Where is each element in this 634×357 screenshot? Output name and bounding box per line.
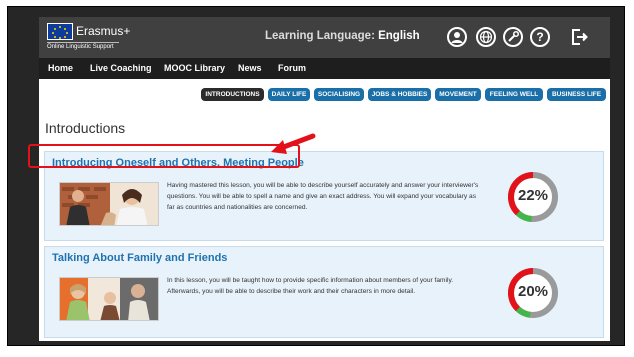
lesson-thumbnail	[59, 277, 159, 321]
category-filters: INTRODUCTIONS DAILY LIFE SOCIALISING JOB…	[39, 88, 610, 102]
help-icon[interactable]: ?	[530, 27, 550, 47]
annotation-arrow	[269, 132, 317, 165]
nav-live-coaching[interactable]: Live Coaching	[90, 63, 152, 73]
lesson-description: In this lesson, you will be taught how t…	[167, 277, 454, 295]
progress-percent: 20%	[517, 283, 549, 300]
brand-name: Erasmus+	[76, 24, 131, 38]
lesson-thumbnail	[59, 182, 159, 226]
progress-percent: 22%	[517, 187, 549, 204]
nav-mooc-library[interactable]: MOOC Library	[164, 63, 225, 73]
header-bar: Erasmus+ Online Linguistic Support Learn…	[39, 17, 610, 58]
filter-jobs-hobbies[interactable]: JOBS & HOBBIES	[368, 88, 431, 101]
main-nav: Home Live Coaching MOOC Library News For…	[39, 58, 610, 79]
lesson-title[interactable]: Talking About Family and Friends	[52, 252, 227, 264]
lesson-description: Having mastered this lesson, you will be…	[167, 182, 479, 211]
learning-language-label: Learning Language:	[265, 30, 375, 42]
user-icon[interactable]	[447, 27, 467, 47]
filter-movement[interactable]: MOVEMENT	[435, 88, 481, 101]
filter-daily-life[interactable]: DAILY LIFE	[268, 88, 310, 101]
progress-ring: 22%	[507, 171, 559, 223]
globe-icon[interactable]	[476, 27, 496, 47]
learning-language: Learning Language: English	[265, 30, 420, 42]
progress-ring: 20%	[507, 267, 559, 319]
learning-language-value: English	[378, 30, 420, 42]
annotation-highlight-box	[28, 144, 300, 168]
screenshot-frame: Erasmus+ Online Linguistic Support Learn…	[7, 6, 625, 346]
nav-forum[interactable]: Forum	[278, 63, 306, 73]
filter-business-life[interactable]: BUSINESS LIFE	[547, 88, 606, 101]
nav-home[interactable]: Home	[48, 63, 73, 73]
brand-subtitle: Online Linguistic Support	[47, 42, 119, 50]
filter-feeling-well[interactable]: FEELING WELL	[485, 88, 543, 101]
logout-icon[interactable]	[571, 28, 589, 51]
filter-socialising[interactable]: SOCIALISING	[314, 88, 364, 101]
nav-news[interactable]: News	[238, 63, 262, 73]
filter-introductions[interactable]: INTRODUCTIONS	[201, 88, 264, 101]
lesson-card[interactable]: Talking About Family and Friends In this…	[44, 246, 604, 338]
section-title: Introductions	[45, 120, 126, 136]
wrench-icon[interactable]	[503, 27, 523, 47]
browser-viewport: Erasmus+ Online Linguistic Support Learn…	[39, 17, 610, 341]
eu-flag-icon	[47, 23, 73, 40]
